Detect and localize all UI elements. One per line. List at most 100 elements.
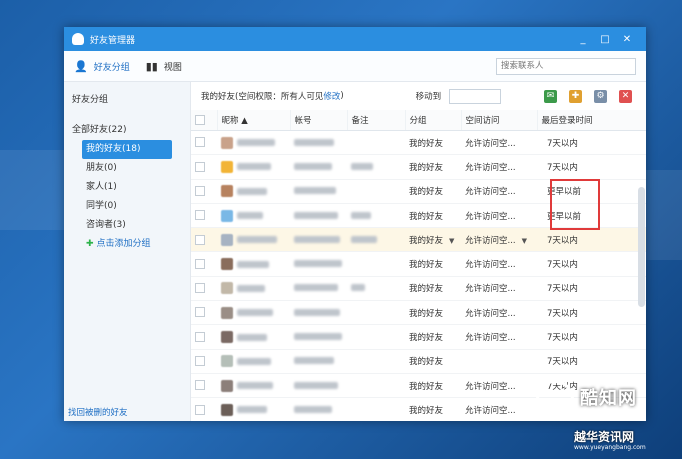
scrollbar[interactable] — [638, 187, 645, 307]
window-title: 好友管理器 — [90, 35, 136, 46]
access-cell: 允许访问空... — [461, 130, 537, 156]
tab-view[interactable]: ▮▮ 视图 — [146, 60, 182, 73]
plus-icon: ✚ — [86, 239, 94, 249]
sidebar-item-friends[interactable]: 朋友(0) — [64, 159, 190, 178]
sidebar-item-consultants[interactable]: 咨询者(3) — [64, 216, 190, 235]
header-account[interactable]: 帐号 — [290, 110, 348, 131]
access-cell[interactable]: 允许访问空... ▼ — [461, 227, 537, 253]
close-button[interactable]: ✕ — [616, 34, 638, 45]
sidebar-item-classmates[interactable]: 同学(0) — [64, 197, 190, 216]
table-row[interactable]: 我的好友 允许访问空... 7天以内 — [191, 300, 646, 326]
delete-friend-icon[interactable]: ✕ — [619, 89, 632, 103]
last-login-cell: 7天以内 — [537, 300, 646, 326]
row-checkbox[interactable] — [195, 283, 205, 294]
access-value: 允许访问空... — [465, 162, 516, 173]
move-to-select[interactable] — [449, 88, 502, 104]
last-login-value: 7天以内 — [547, 357, 578, 368]
group-value: 我的好友 — [409, 381, 444, 392]
row-checkbox[interactable] — [195, 380, 205, 391]
header-space-access[interactable]: 空间访问 — [461, 110, 538, 131]
title-bar: 好友管理器 _ □ ✕ — [64, 27, 646, 51]
table-row[interactable]: 我的好友 允许访问空... 7天以内 — [191, 276, 646, 302]
access-cell: 允许访问空... — [461, 154, 537, 180]
chevron-down-icon[interactable]: ▼ — [522, 237, 527, 245]
table-row[interactable]: 我的好友 ▼ 允许访问空... ▼ 7天以内 — [191, 227, 646, 253]
table-row[interactable]: 我的好友 允许访问空... 7天以内 — [191, 324, 646, 350]
sidebar-item-my-friends[interactable]: 我的好友(18) — [82, 140, 172, 159]
blurred-nickname — [237, 236, 277, 244]
account-cell — [290, 130, 347, 156]
row-checkbox-cell — [191, 324, 217, 350]
group-value: 我的好友 — [409, 211, 444, 222]
table-row[interactable]: 我的好友 允许访问空... 7天以内 — [191, 154, 646, 180]
settings-icon[interactable]: ⚙ — [594, 89, 607, 103]
row-checkbox[interactable] — [195, 356, 205, 367]
row-checkbox-cell — [191, 373, 217, 399]
chevron-down-icon[interactable]: ▼ — [449, 237, 454, 245]
add-group-button[interactable]: ✚ 点击添加分组 — [64, 235, 190, 254]
row-checkbox[interactable] — [195, 404, 205, 415]
blurred-nickname — [237, 309, 273, 317]
row-checkbox[interactable] — [195, 331, 205, 342]
row-checkbox[interactable] — [195, 234, 205, 245]
group-cell: 我的好友 — [405, 251, 461, 277]
sidebar-item-all-friends[interactable]: 全部好友(22) — [64, 121, 190, 140]
remark-cell — [347, 373, 405, 399]
remark-cell — [347, 349, 405, 374]
avatar — [221, 136, 233, 149]
account-cell — [290, 324, 347, 350]
table-row[interactable]: 我的好友 7天以内 — [191, 349, 646, 374]
main-panel: 我的好友(空间权限：所有人可见 修改 ) 移动到 ✉ ✚ ⚙ ✕ 昵称 ▲ 帐号 — [191, 82, 646, 421]
row-checkbox-cell — [191, 154, 217, 180]
header-remark[interactable]: 备注 — [347, 110, 406, 131]
friend-manager-window: 好友管理器 _ □ ✕ 👤 好友分组 ▮▮ 视图 好友分组 全部好友(22) 我… — [64, 27, 646, 421]
access-cell: 允许访问空... — [461, 203, 537, 229]
table-row[interactable]: 我的好友 允许访问空... 7天以内 — [191, 130, 646, 156]
group-cell[interactable]: 我的好友 ▼ — [405, 227, 461, 253]
group-value: 我的好友 — [409, 162, 444, 173]
row-checkbox[interactable] — [195, 258, 205, 269]
add-friend-icon[interactable]: ✚ — [569, 89, 582, 103]
modify-permission-link[interactable]: 修改 — [323, 90, 340, 102]
access-cell: 允许访问空... — [461, 251, 537, 277]
minimize-button[interactable]: _ — [572, 34, 594, 45]
search-input[interactable] — [496, 57, 636, 75]
row-checkbox[interactable] — [195, 161, 205, 172]
table-row[interactable]: 我的好友 允许访问空... 7天以内 — [191, 251, 646, 277]
watermark-kuzhi: 酷知网 — [536, 378, 656, 426]
row-checkbox[interactable] — [195, 307, 205, 318]
account-cell — [290, 276, 347, 302]
last-login-value: 7天以内 — [547, 308, 578, 319]
avatar — [221, 233, 233, 246]
account-cell — [290, 154, 347, 180]
blurred-account — [294, 333, 342, 341]
blurred-nickname — [237, 260, 269, 268]
avatar — [221, 355, 233, 368]
select-all-checkbox[interactable] — [195, 114, 205, 125]
last-login-cell: 7天以内 — [537, 276, 646, 302]
nickname-cell — [217, 324, 290, 350]
avatar — [221, 258, 233, 271]
access-value: 允许访问空... — [465, 333, 516, 344]
sidebar-item-family[interactable]: 家人(1) — [64, 178, 190, 197]
watermark-site-url: www.yueyangbang.com — [574, 444, 646, 451]
blurred-account — [294, 357, 334, 365]
row-checkbox[interactable] — [195, 210, 205, 221]
header-group[interactable]: 分组 — [405, 110, 462, 131]
account-cell — [290, 251, 347, 277]
remark-cell — [347, 154, 405, 180]
recover-deleted-friends-link[interactable]: 找回被删的好友 — [68, 406, 128, 418]
header-nickname[interactable]: 昵称 ▲ — [217, 110, 291, 131]
export-icon[interactable]: ✉ — [544, 89, 557, 103]
row-checkbox-cell — [191, 179, 217, 204]
group-cell: 我的好友 — [405, 179, 461, 204]
maximize-button[interactable]: □ — [594, 34, 616, 45]
access-value: 允许访问空... — [465, 284, 516, 295]
row-checkbox[interactable] — [195, 137, 205, 148]
nickname-cell — [217, 130, 290, 156]
row-checkbox[interactable] — [195, 185, 205, 196]
tab-friend-group[interactable]: 👤 好友分组 — [74, 60, 130, 73]
qq-penguin-icon — [72, 33, 84, 45]
access-cell: 允许访问空... — [461, 300, 537, 326]
header-last-login[interactable]: 最后登录时间 — [537, 110, 646, 131]
